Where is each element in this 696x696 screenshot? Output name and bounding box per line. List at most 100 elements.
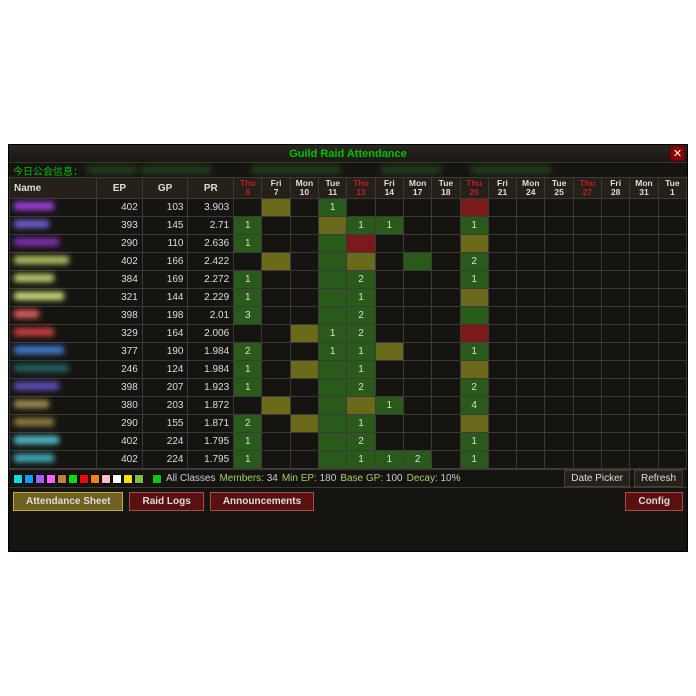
class-swatch[interactable] (101, 474, 111, 484)
col-date[interactable]: Fri14 (375, 178, 403, 199)
cell-attendance (290, 451, 318, 469)
cell-attendance: 1 (234, 217, 262, 235)
cell-attendance (630, 433, 658, 451)
tab-config[interactable]: Config (625, 492, 683, 511)
cell-attendance (319, 217, 347, 235)
cell-attendance: 1 (460, 217, 488, 235)
col-date[interactable]: Mon31 (630, 178, 658, 199)
col-date[interactable]: Tue11 (319, 178, 347, 199)
cell-attendance (545, 199, 573, 217)
col-date[interactable]: Mon17 (403, 178, 431, 199)
table-row[interactable]: 3982071.923122 (10, 379, 687, 397)
tab-raid-logs[interactable]: Raid Logs (129, 492, 203, 511)
cell-attendance (262, 451, 290, 469)
class-swatch[interactable] (57, 474, 67, 484)
col-ep[interactable]: EP (97, 178, 143, 199)
class-swatch[interactable] (123, 474, 133, 484)
table-row[interactable]: 4021662.4222 (10, 253, 687, 271)
col-date[interactable]: Tue25 (545, 178, 573, 199)
cell-attendance (403, 325, 431, 343)
class-swatch[interactable] (79, 474, 89, 484)
cell-ep: 393 (97, 217, 143, 235)
table-row[interactable]: 3981982.0132 (10, 307, 687, 325)
col-name[interactable]: Name (10, 178, 97, 199)
cell-attendance (234, 199, 262, 217)
col-date[interactable]: Thu20 (460, 178, 488, 199)
class-swatch[interactable] (90, 474, 100, 484)
cell-attendance (517, 325, 545, 343)
table-row[interactable]: 4022241.795121 (10, 433, 687, 451)
cell-name (10, 361, 97, 379)
col-date[interactable]: Fri21 (488, 178, 516, 199)
class-swatch[interactable] (24, 474, 34, 484)
table-row[interactable]: 3802031.87214 (10, 397, 687, 415)
cell-attendance (403, 307, 431, 325)
cell-attendance: 2 (234, 343, 262, 361)
col-pr[interactable]: PR (188, 178, 234, 199)
close-button[interactable]: ✕ (670, 146, 685, 161)
cell-attendance: 1 (375, 397, 403, 415)
col-date[interactable]: Fri7 (262, 178, 290, 199)
notice-blur (87, 166, 137, 174)
col-date[interactable]: Tue18 (432, 178, 460, 199)
cell-ep: 246 (97, 361, 143, 379)
class-swatch[interactable] (35, 474, 45, 484)
table-row[interactable]: 4021033.9031 (10, 199, 687, 217)
table-row[interactable]: 3841692.272121 (10, 271, 687, 289)
cell-pr: 1.871 (188, 415, 234, 433)
cell-attendance (602, 235, 630, 253)
col-date[interactable]: Mon24 (517, 178, 545, 199)
cell-attendance (658, 217, 686, 235)
cell-attendance: 1 (460, 451, 488, 469)
class-swatch[interactable] (112, 474, 122, 484)
cell-ep: 329 (97, 325, 143, 343)
cell-attendance: 2 (347, 307, 375, 325)
tab-footer: Attendance Sheet Raid Logs Announcements… (9, 487, 687, 515)
refresh-button[interactable]: Refresh (634, 470, 683, 487)
table-row[interactable]: 2461241.98411 (10, 361, 687, 379)
cell-gp: 124 (142, 361, 188, 379)
tab-announcements[interactable]: Announcements (210, 492, 314, 511)
cell-gp: 207 (142, 379, 188, 397)
cell-attendance: 1 (375, 451, 403, 469)
table-row[interactable]: 3211442.22911 (10, 289, 687, 307)
cell-gp: 155 (142, 415, 188, 433)
cell-attendance: 1 (234, 433, 262, 451)
col-date[interactable]: Fri28 (602, 178, 630, 199)
class-swatch[interactable] (46, 474, 56, 484)
cell-attendance (602, 379, 630, 397)
cell-attendance (375, 289, 403, 307)
cell-attendance (375, 253, 403, 271)
col-gp[interactable]: GP (142, 178, 188, 199)
cell-attendance (573, 379, 601, 397)
col-date[interactable]: Thu6 (234, 178, 262, 199)
cell-name (10, 307, 97, 325)
col-date[interactable]: Thu27 (573, 178, 601, 199)
table-row[interactable]: 3771901.9842111 (10, 343, 687, 361)
cell-attendance (375, 415, 403, 433)
cell-attendance: 1 (460, 433, 488, 451)
class-swatch[interactable] (68, 474, 78, 484)
col-date[interactable]: Mon10 (290, 178, 318, 199)
cell-gp: 103 (142, 199, 188, 217)
cell-attendance (375, 325, 403, 343)
class-swatch[interactable] (134, 474, 144, 484)
tab-attendance[interactable]: Attendance Sheet (13, 492, 123, 511)
table-row[interactable]: 2901551.87121 (10, 415, 687, 433)
table-row[interactable]: 3291642.00612 (10, 325, 687, 343)
cell-attendance (460, 235, 488, 253)
col-date[interactable]: Tue1 (658, 178, 686, 199)
cell-attendance (290, 235, 318, 253)
cell-attendance (290, 397, 318, 415)
col-date[interactable]: Thu13 (347, 178, 375, 199)
all-classes-checkbox[interactable] (152, 474, 162, 484)
class-swatch[interactable] (13, 474, 23, 484)
cell-ep: 321 (97, 289, 143, 307)
table-row[interactable]: 4022241.79511121 (10, 451, 687, 469)
class-filter-swatches[interactable] (13, 474, 144, 484)
date-picker-button[interactable]: Date Picker (564, 470, 630, 487)
table-row[interactable]: 2901102.6361 (10, 235, 687, 253)
cell-attendance (658, 397, 686, 415)
cell-gp: 203 (142, 397, 188, 415)
table-row[interactable]: 3931452.711111 (10, 217, 687, 235)
